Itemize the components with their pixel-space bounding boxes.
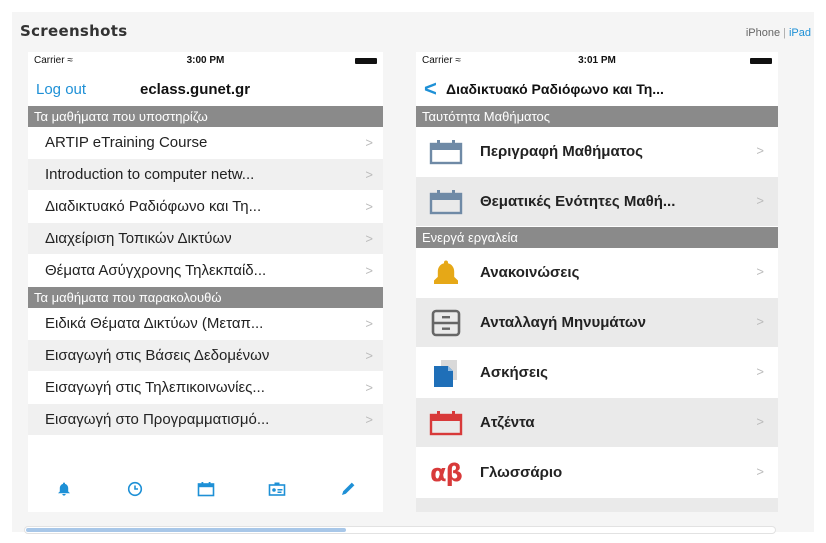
course-row[interactable]: Introduction to computer netw... > — [28, 159, 383, 191]
tool-row-assignments[interactable]: Ασκήσεις > — [416, 348, 778, 398]
ipad-tab[interactable]: iPad — [789, 27, 811, 39]
tool-label: Ατζέντα — [480, 414, 535, 431]
iphone-tab[interactable]: iPhone — [746, 27, 780, 39]
logout-button[interactable]: Log out — [36, 81, 86, 98]
pencil-icon — [341, 482, 354, 495]
document-icon — [428, 358, 464, 388]
tool-row-units[interactable]: Θεματικές Ενότητες Μαθή... > — [416, 177, 778, 227]
chevron-right-icon: > — [365, 380, 373, 395]
chevron-right-icon: > — [365, 263, 373, 278]
chevron-right-icon: > — [365, 316, 373, 331]
course-row[interactable]: Εισαγωγή στις Τηλεπικοινωνίες... > — [28, 372, 383, 404]
course-row[interactable]: Εισαγωγή στο Προγραμματισμό... > — [28, 404, 383, 436]
tab-tools[interactable] — [337, 480, 359, 498]
bell-icon — [57, 482, 70, 496]
nav-bar: < Διαδικτυακό Ραδιόφωνο και Τη... — [416, 70, 778, 106]
calendar-icon — [197, 482, 214, 497]
course-row[interactable]: Διαχείριση Τοπικών Δικτύων > — [28, 223, 383, 255]
section-header-course-identity: Ταυτότητα Μαθήματος — [416, 106, 778, 127]
screenshots-heading: Screenshots — [20, 22, 128, 40]
tool-row-announcements[interactable]: Ανακοινώσεις > — [416, 248, 778, 298]
chevron-right-icon: > — [756, 193, 764, 208]
tool-row-agenda[interactable]: Ατζέντα > — [416, 398, 778, 448]
tab-recent[interactable] — [124, 480, 146, 498]
chevron-right-icon: > — [756, 143, 764, 158]
course-row[interactable]: Εισαγωγή στις Βάσεις Δεδομένων > — [28, 340, 383, 372]
drawer-icon — [428, 308, 464, 338]
tool-label: Ανακοινώσεις — [480, 264, 580, 281]
bell-icon — [428, 258, 464, 288]
chevron-right-icon: > — [365, 231, 373, 246]
screenshot-course-list[interactable]: Carrier ≈ 3:00 PM Log out eclass.gunet.g… — [28, 52, 383, 512]
status-time: 3:00 PM — [186, 55, 225, 66]
nav-title: eclass.gunet.gr — [140, 81, 251, 98]
section-header-teaching: Τα μαθήματα που υποστηρίζω — [28, 106, 383, 127]
tool-label: Ασκήσεις — [480, 364, 548, 381]
chevron-right-icon: > — [365, 135, 373, 150]
section-header-active-tools: Ενεργά εργαλεία — [416, 227, 778, 248]
section-header-attending: Τα μαθήματα που παρακολουθώ — [28, 287, 383, 308]
nav-title: Διαδικτυακό Ραδιόφωνο και Τη... — [446, 81, 664, 97]
id-card-icon — [268, 482, 285, 496]
calendar-icon — [428, 187, 464, 217]
status-bar: Carrier ≈ 3:00 PM — [28, 52, 383, 70]
course-row[interactable]: Διαδικτυακό Ραδιόφωνο και Τη... > — [28, 191, 383, 223]
status-time: 3:01 PM — [578, 55, 616, 66]
chevron-right-icon: > — [756, 464, 764, 479]
tab-calendar[interactable] — [195, 480, 217, 498]
chevron-right-icon: > — [756, 264, 764, 279]
chevron-right-icon: > — [365, 199, 373, 214]
tool-row-glossary[interactable]: αβ Γλωσσάριο > — [416, 448, 778, 498]
calendar-icon — [428, 408, 464, 438]
chevron-right-icon: > — [756, 414, 764, 429]
course-row[interactable]: Ειδικά Θέματα Δικτύων (Μεταπ... > — [28, 308, 383, 340]
tool-label: Περιγραφή Μαθήματος — [480, 143, 643, 160]
tab-bar — [28, 475, 383, 503]
chevron-right-icon: > — [365, 412, 373, 427]
tool-row-partial — [416, 498, 778, 512]
battery-icon — [355, 58, 377, 64]
tab-profile[interactable] — [266, 480, 288, 498]
clock-icon — [127, 481, 142, 497]
nav-bar: Log out eclass.gunet.gr — [28, 70, 383, 106]
tool-label: Θεματικές Ενότητες Μαθή... — [480, 193, 676, 210]
status-bar: Carrier ≈ 3:01 PM — [416, 52, 778, 70]
tab-announcements[interactable] — [53, 480, 75, 498]
screenshot-course-detail[interactable]: Carrier ≈ 3:01 PM < Διαδικτυακό Ραδιόφων… — [416, 52, 778, 512]
course-row[interactable]: Θέματα Ασύγχρονης Τηλεκπαίδ... > — [28, 255, 383, 287]
course-row[interactable]: ARTIP eTraining Course > — [28, 127, 383, 159]
back-chevron-icon[interactable]: < — [424, 76, 437, 102]
battery-icon — [750, 58, 772, 64]
tool-row-description[interactable]: Περιγραφή Μαθήματος > — [416, 127, 778, 177]
glossary-icon: αβ — [430, 458, 463, 487]
device-switch: iPhone | iPad — [745, 27, 811, 39]
chevron-right-icon: > — [756, 314, 764, 329]
chevron-right-icon: > — [365, 348, 373, 363]
calendar-icon — [428, 137, 464, 167]
tool-label: Γλωσσάριο — [480, 464, 563, 481]
tool-label: Ανταλλαγή Μηνυμάτων — [480, 314, 646, 331]
scrollbar-thumb[interactable] — [26, 528, 346, 532]
chevron-right-icon: > — [365, 167, 373, 182]
tool-row-messages[interactable]: Ανταλλαγή Μηνυμάτων > — [416, 298, 778, 348]
chevron-right-icon: > — [756, 364, 764, 379]
horizontal-scrollbar[interactable] — [24, 526, 776, 534]
